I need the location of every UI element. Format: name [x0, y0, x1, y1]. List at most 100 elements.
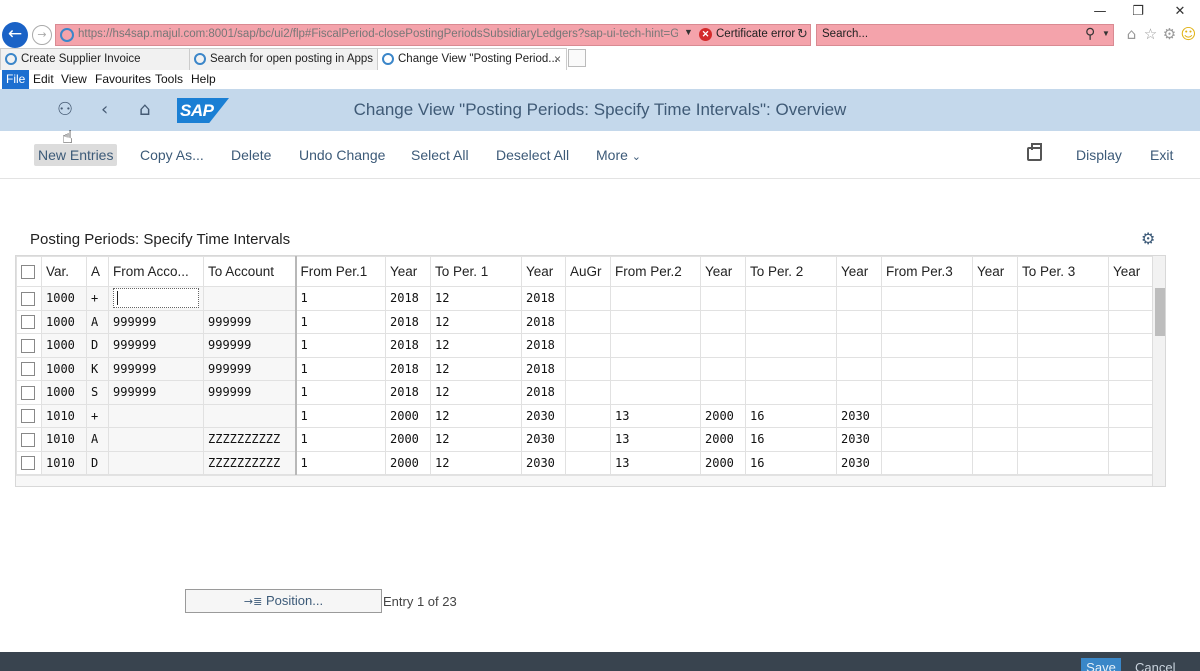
vertical-scrollbar[interactable] — [1152, 256, 1165, 486]
browser-back-button[interactable]: ← — [2, 22, 28, 48]
table-cell[interactable] — [1108, 309, 1154, 334]
refresh-icon[interactable]: ↻ — [797, 27, 808, 42]
table-cell[interactable] — [610, 380, 701, 405]
table-cell[interactable]: 1 — [295, 286, 386, 311]
certificate-error-icon[interactable]: ✕ — [699, 28, 712, 41]
table-cell[interactable] — [1017, 286, 1109, 311]
table-cell[interactable] — [972, 286, 1018, 311]
row-select-cell[interactable] — [16, 450, 42, 475]
select-all-checkbox-cell[interactable] — [16, 256, 42, 287]
table-cell[interactable] — [836, 356, 882, 381]
table-cell[interactable] — [565, 286, 611, 311]
back-arrow-icon[interactable]: ‹ — [101, 99, 108, 120]
search-icon[interactable]: ⚲ — [1085, 26, 1095, 42]
table-cell[interactable] — [972, 356, 1018, 381]
table-cell[interactable]: 999999 — [203, 380, 297, 405]
column-header[interactable]: To Account — [203, 256, 297, 287]
menu-view[interactable]: View — [61, 72, 87, 86]
column-header[interactable]: To Per. 1 — [430, 256, 522, 287]
search-placeholder[interactable]: Search... — [822, 28, 868, 40]
scrollbar-thumb[interactable] — [1155, 288, 1165, 336]
table-cell[interactable] — [700, 333, 746, 358]
table-cell[interactable]: 2030 — [836, 427, 882, 452]
table-row[interactable]: 1000 S 999999 999999 1 2018 12 2018 — [16, 380, 1154, 405]
row-checkbox[interactable] — [21, 291, 35, 306]
table-cell[interactable]: 16 — [745, 427, 837, 452]
table-cell[interactable]: 1 — [295, 403, 386, 428]
column-header[interactable]: To Per. 2 — [745, 256, 837, 287]
table-cell[interactable]: 999999 — [108, 333, 204, 358]
deselect-all-button[interactable]: Deselect All — [496, 144, 569, 166]
table-cell[interactable] — [700, 309, 746, 334]
table-cell[interactable]: 2030 — [836, 450, 882, 475]
row-select-cell[interactable] — [16, 427, 42, 452]
home-icon[interactable]: ⌂ — [139, 99, 150, 120]
column-header[interactable]: From Acco... — [108, 256, 204, 287]
column-header[interactable]: AuGr — [565, 256, 611, 287]
column-header[interactable]: Year — [521, 256, 566, 287]
table-cell[interactable]: 12 — [430, 356, 522, 381]
table-cell[interactable]: 2000 — [700, 403, 746, 428]
settings-gear-icon[interactable]: ⚙ — [1160, 25, 1179, 43]
table-cell[interactable]: 12 — [430, 380, 522, 405]
restore-button[interactable]: ❐ — [1118, 2, 1158, 22]
table-cell[interactable] — [881, 380, 973, 405]
row-select-cell[interactable] — [16, 403, 42, 428]
table-cell[interactable] — [1108, 403, 1154, 428]
table-cell[interactable] — [972, 450, 1018, 475]
table-row[interactable]: 1000 K 999999 999999 1 2018 12 2018 — [16, 356, 1154, 381]
table-cell[interactable] — [565, 403, 611, 428]
row-checkbox[interactable] — [21, 338, 35, 353]
menu-edit[interactable]: Edit — [33, 72, 54, 86]
table-cell[interactable] — [1017, 450, 1109, 475]
new-tab-button[interactable] — [568, 49, 586, 67]
save-button[interactable]: Save — [1081, 658, 1121, 671]
table-cell[interactable] — [203, 403, 297, 428]
table-cell[interactable]: 12 — [430, 286, 522, 311]
table-cell[interactable]: 2030 — [521, 450, 566, 475]
column-header[interactable]: Year — [385, 256, 431, 287]
table-cell[interactable] — [1017, 380, 1109, 405]
feedback-smiley-icon[interactable]: ☺ — [1179, 25, 1198, 43]
tab-close-icon[interactable]: × — [554, 49, 561, 69]
table-cell[interactable]: 999999 — [203, 309, 297, 334]
browser-search-box[interactable]: Search... ⚲ ▼ — [816, 24, 1114, 46]
table-cell[interactable] — [1017, 356, 1109, 381]
table-cell[interactable]: 2000 — [700, 427, 746, 452]
column-header[interactable]: A — [86, 256, 109, 287]
column-header[interactable]: From Per.1 — [295, 256, 386, 287]
table-cell[interactable] — [108, 450, 204, 475]
tab-change-view-posting-periods[interactable]: Change View "Posting Period... × — [377, 48, 567, 70]
column-header[interactable]: Year — [700, 256, 746, 287]
table-cell[interactable] — [610, 333, 701, 358]
row-checkbox[interactable] — [21, 432, 35, 447]
table-cell[interactable] — [108, 427, 204, 452]
table-row[interactable]: 1000 A 999999 999999 1 2018 12 2018 — [16, 309, 1154, 334]
table-cell[interactable]: 1 — [295, 333, 386, 358]
table-cell[interactable]: 12 — [430, 403, 522, 428]
table-cell[interactable]: 999999 — [108, 356, 204, 381]
table-cell[interactable]: 2018 — [385, 333, 431, 358]
table-cell[interactable] — [881, 356, 973, 381]
table-cell[interactable] — [745, 356, 837, 381]
table-cell[interactable] — [836, 380, 882, 405]
table-cell[interactable]: 1 — [295, 309, 386, 334]
table-cell[interactable]: 1 — [295, 356, 386, 381]
table-cell[interactable] — [700, 286, 746, 311]
row-select-cell[interactable] — [16, 309, 42, 334]
position-button[interactable]: →≣ Position... — [185, 589, 382, 613]
table-cell[interactable] — [881, 403, 973, 428]
table-cell[interactable] — [700, 380, 746, 405]
table-row[interactable]: 1010 +1 2000 12 2030 13 2000 16 2030 — [16, 403, 1154, 428]
table-cell[interactable] — [1017, 333, 1109, 358]
table-cell[interactable]: 999999 — [203, 356, 297, 381]
table-cell[interactable]: ZZZZZZZZZZ — [203, 450, 297, 475]
close-window-button[interactable]: ✕ — [1160, 2, 1200, 22]
table-cell[interactable]: 2000 — [385, 450, 431, 475]
table-cell[interactable]: 2000 — [700, 450, 746, 475]
table-cell[interactable] — [565, 380, 611, 405]
table-cell[interactable]: 2018 — [521, 356, 566, 381]
from-account-input[interactable] — [113, 288, 199, 309]
table-row[interactable]: 1010 A ZZZZZZZZZZ 1 2000 12 2030 13 2000 16 2030 — [16, 427, 1154, 452]
select-all-checkbox[interactable] — [21, 265, 35, 280]
